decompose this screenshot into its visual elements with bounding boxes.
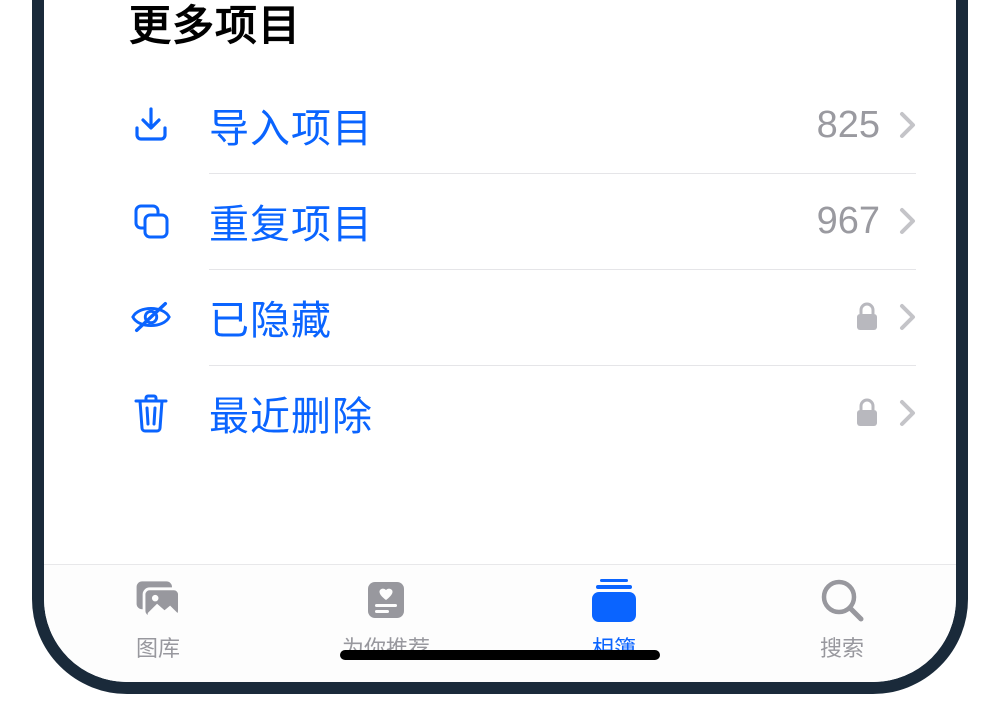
phone-screen: 更多项目 导入项目 825 (44, 0, 956, 682)
row-label: 已隐藏 (209, 288, 854, 346)
search-icon (815, 575, 869, 625)
row-label: 导入项目 (209, 96, 817, 154)
tab-for-you[interactable]: 为你推荐 (272, 575, 500, 682)
chevron-right-icon (898, 110, 916, 140)
row-count: 967 (817, 200, 880, 243)
lock-icon (854, 397, 880, 429)
duplicates-icon (129, 199, 173, 243)
tab-label: 搜索 (820, 631, 864, 663)
row-count: 825 (817, 104, 880, 147)
import-icon (129, 103, 173, 147)
tab-label: 图库 (136, 631, 180, 663)
row-label: 最近删除 (209, 384, 854, 442)
tab-albums[interactable]: 相簿 (500, 575, 728, 682)
chevron-right-icon (898, 302, 916, 332)
tab-search[interactable]: 搜索 (728, 575, 956, 682)
row-recently-deleted[interactable]: 最近删除 (44, 365, 956, 461)
home-indicator[interactable] (340, 650, 660, 660)
section-title: 更多项目 (44, 0, 956, 77)
hidden-eye-icon (129, 295, 173, 339)
for-you-icon (359, 575, 413, 625)
row-label: 重复项目 (209, 192, 817, 250)
chevron-right-icon (898, 398, 916, 428)
tab-bar: 图库 为你推荐 (44, 564, 956, 682)
row-hidden[interactable]: 已隐藏 (44, 269, 956, 365)
phone-frame: 更多项目 导入项目 825 (32, 0, 968, 694)
row-imports[interactable]: 导入项目 825 (44, 77, 956, 173)
row-duplicates[interactable]: 重复项目 967 (44, 173, 956, 269)
trash-icon (129, 391, 173, 435)
content-area: 更多项目 导入项目 825 (44, 0, 956, 564)
albums-icon (587, 575, 641, 625)
tab-library[interactable]: 图库 (44, 575, 272, 682)
chevron-right-icon (898, 206, 916, 236)
lock-icon (854, 301, 880, 333)
library-icon (131, 575, 185, 625)
